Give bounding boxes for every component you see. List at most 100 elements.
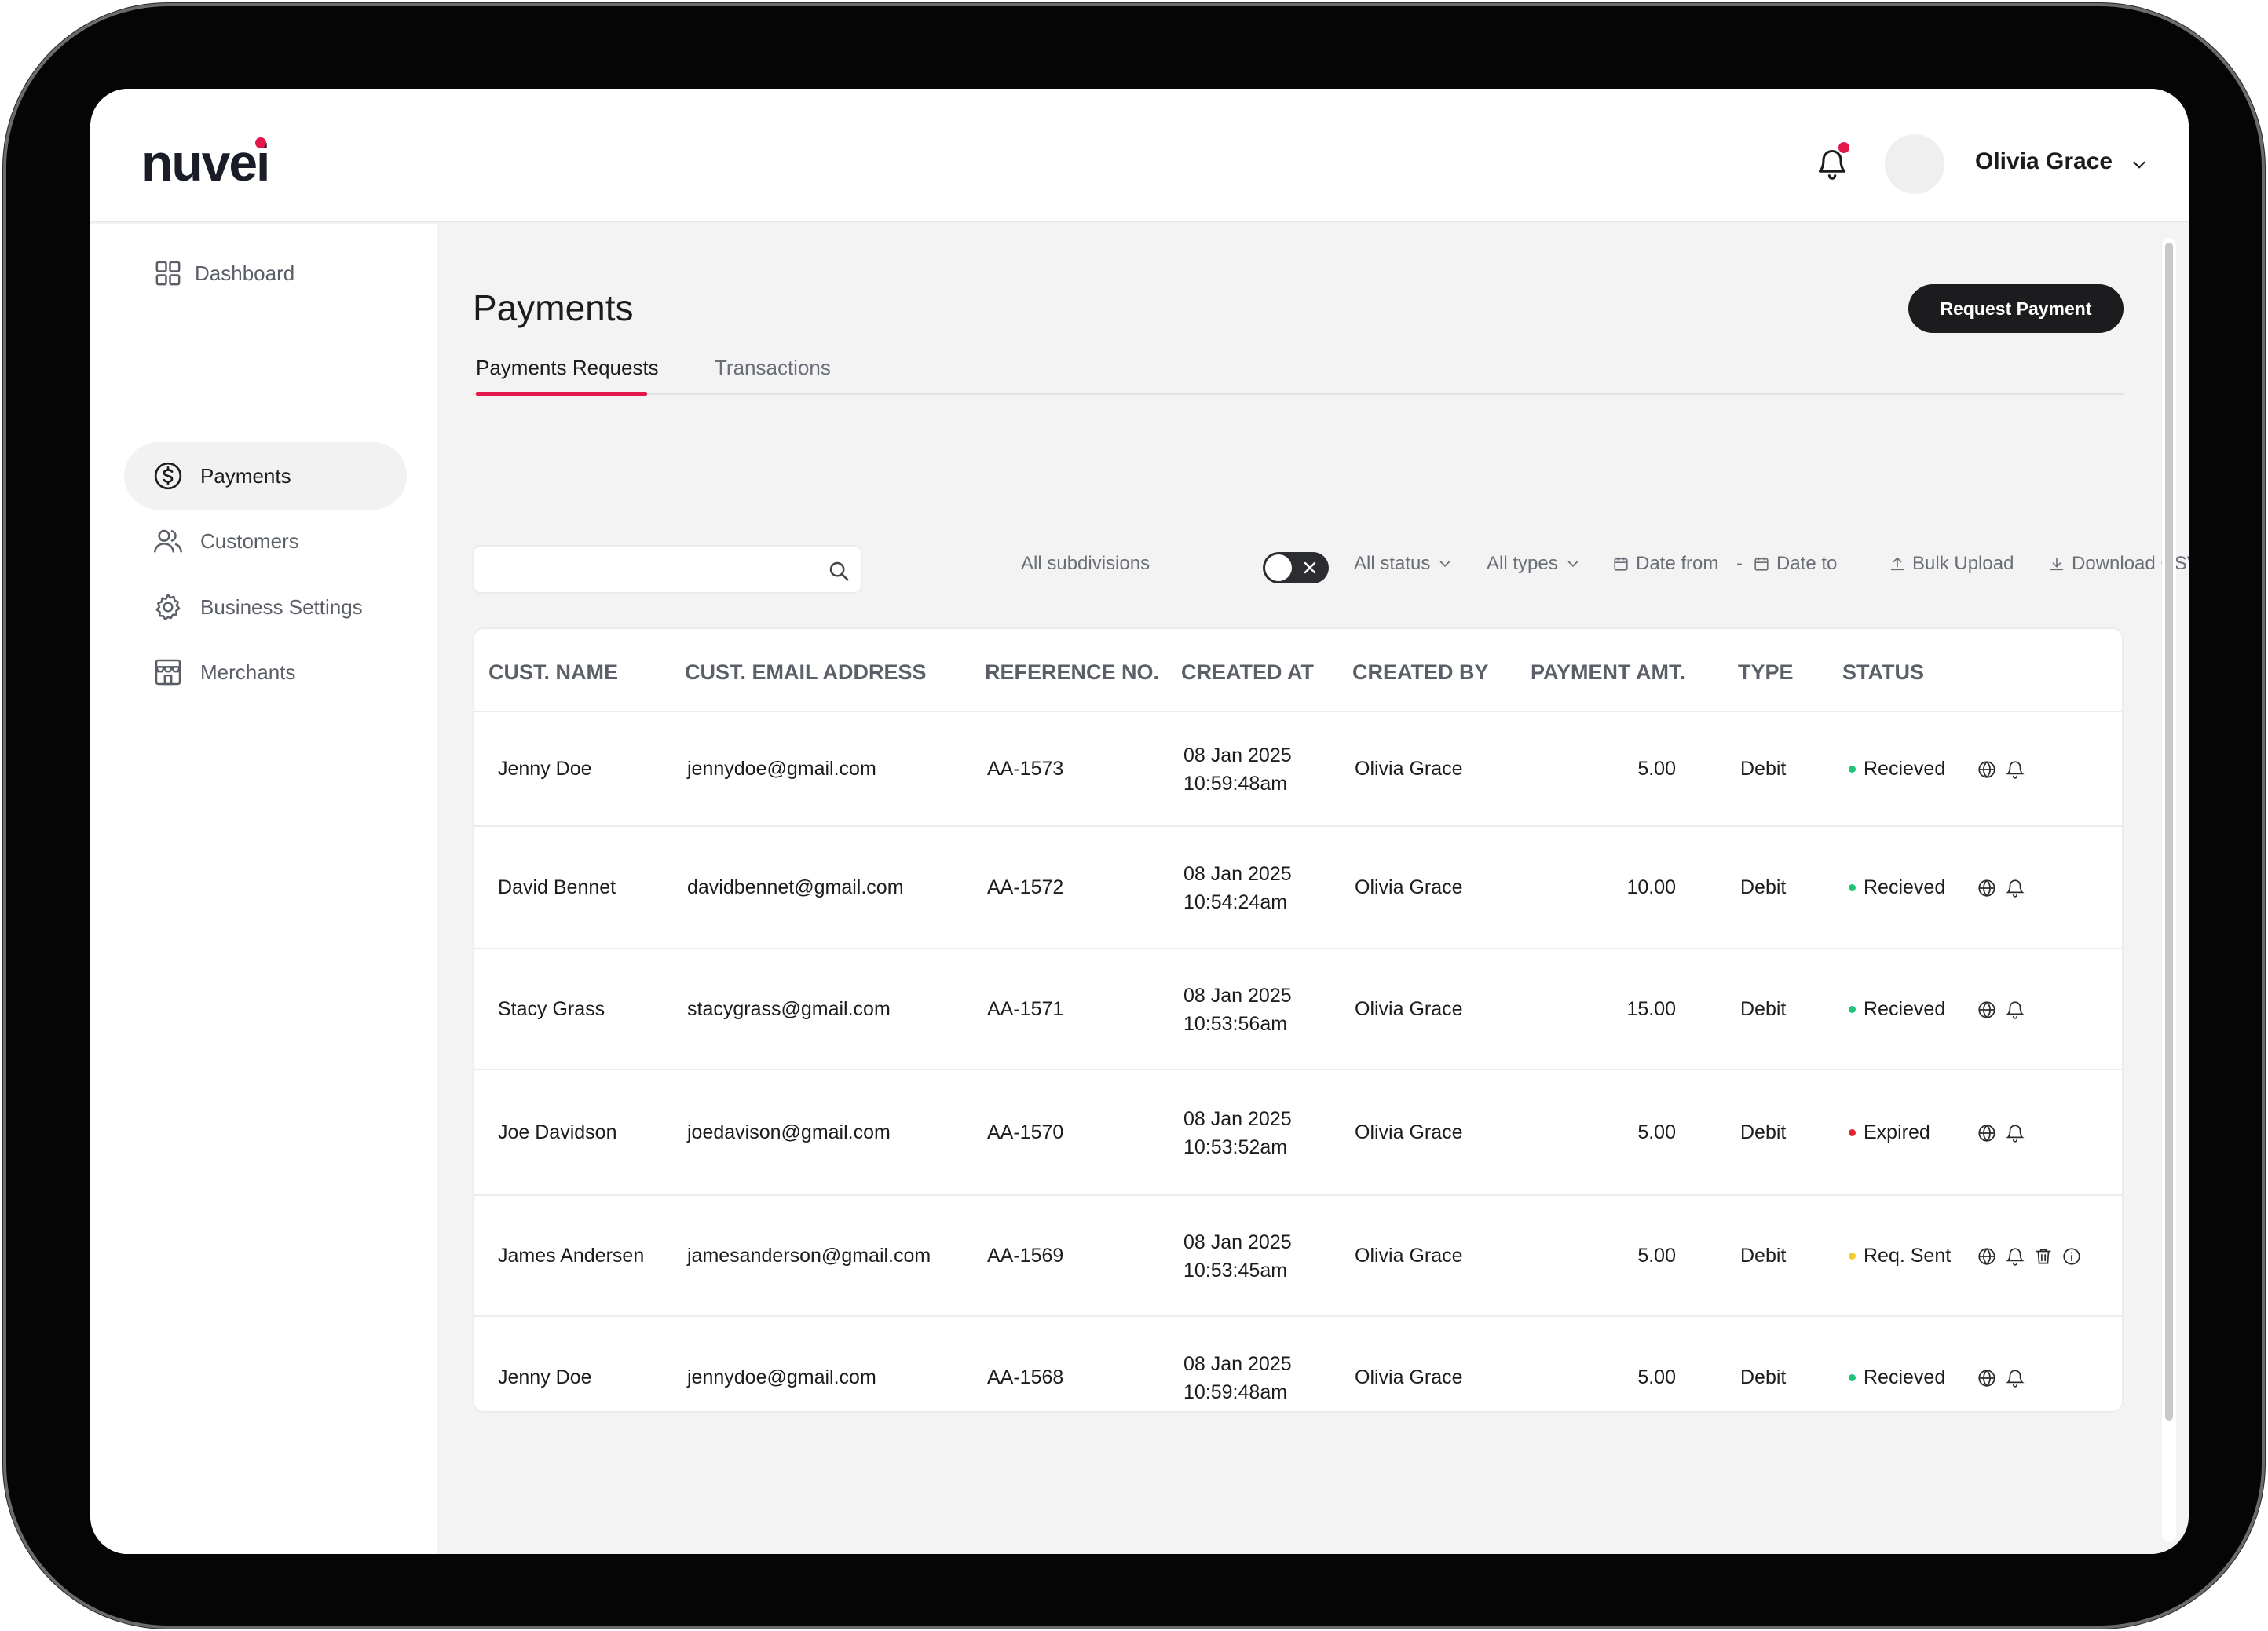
scrollbar[interactable] <box>2162 238 2176 1541</box>
status-filter-dropdown[interactable]: All status <box>1354 553 1454 575</box>
search-input[interactable] <box>485 554 815 584</box>
created-at-cell: 08 Jan 2025 10:54:24am <box>1183 860 1292 916</box>
user-name[interactable]: Olivia Grace <box>1975 148 2113 175</box>
top-bar: nuvei Olivia Grace <box>90 89 2189 222</box>
type-filter-label: All types <box>1487 553 1558 574</box>
bell-icon[interactable] <box>2005 878 2025 898</box>
bulk-upload-button[interactable]: Bulk Upload <box>1889 553 2014 575</box>
sidebar-item-merchants[interactable]: Merchants <box>124 638 407 706</box>
bell-icon[interactable] <box>2005 1000 2025 1020</box>
amount-cell: 5.00 <box>1637 1121 1676 1143</box>
avatar[interactable] <box>1885 134 1944 194</box>
payments-table: CUST. NAME CUST. EMAIL ADDRESS REFERENCE… <box>473 627 2124 1413</box>
sidebar-item-payments[interactable]: Payments <box>124 442 407 510</box>
status-dot <box>1849 1374 1856 1381</box>
created-time: 10:59:48am <box>1183 1381 1288 1403</box>
email-cell: joedavison@gmail.com <box>687 1121 891 1143</box>
bell-icon[interactable] <box>2005 759 2025 780</box>
table-row[interactable]: David Bennet davidbennet@gmail.com AA-1572… <box>474 827 2122 949</box>
column-header[interactable]: TYPE <box>1738 660 1794 685</box>
cust-name-cell: Stacy Grass <box>498 998 605 1020</box>
bell-icon[interactable] <box>2005 1368 2025 1388</box>
row-actions <box>1977 1123 2025 1143</box>
column-header[interactable]: PAYMENT AMT. <box>1531 660 1685 685</box>
status-badge: Recieved <box>1849 758 1945 781</box>
tab-transactions[interactable]: Transactions <box>715 356 831 380</box>
column-header[interactable]: CREATED AT <box>1181 660 1314 685</box>
column-header[interactable]: REFERENCE NO. <box>985 660 1159 685</box>
subdivisions-label: All subdivisions <box>1021 553 1150 574</box>
created-at-cell: 08 Jan 2025 10:59:48am <box>1183 1350 1292 1406</box>
row-actions <box>1977 878 2025 898</box>
download-icon <box>2050 557 2064 571</box>
created-time: 10:53:45am <box>1183 1260 1288 1282</box>
sidebar-item-business-settings[interactable]: Business Settings <box>124 573 407 641</box>
globe-icon[interactable] <box>1977 759 1997 780</box>
table-row[interactable]: Jenny Doe jennydoe@gmail.com AA-1573 08 Jan… <box>474 712 2122 827</box>
type-cell: Debit <box>1740 876 1787 898</box>
logo-dot <box>255 137 266 148</box>
status-badge: Recieved <box>1849 876 1945 899</box>
globe-icon[interactable] <box>1977 1000 1997 1020</box>
status-label: Recieved <box>1864 998 1946 1020</box>
request-payment-button[interactable]: Request Payment <box>1908 284 2124 333</box>
sidebar-item-label: Business Settings <box>200 594 363 619</box>
app-screen: nuvei Olivia Grace Dashboard Payments Cu… <box>90 89 2189 1554</box>
sidebar-item-label: Customers <box>200 528 299 553</box>
table-row[interactable]: Stacy Grass stacygrass@gmail.com AA-1571 08… <box>474 949 2122 1070</box>
created-time: 10:53:56am <box>1183 1013 1288 1035</box>
sidebar-item-label: Dashboard <box>195 261 295 285</box>
nuvei-logo[interactable]: nuvei <box>141 133 270 192</box>
table-row[interactable]: Joe Davidson joedavison@gmail.com AA-1570 0… <box>474 1070 2122 1196</box>
date-from-picker[interactable]: Date from <box>1612 553 1718 575</box>
row-actions <box>1977 1246 2082 1267</box>
chevron-down-icon <box>1567 561 1578 568</box>
table-row[interactable]: Jenny Doe jennydoe@gmail.com AA-1568 08 Jan… <box>474 1317 2122 1439</box>
globe-icon[interactable] <box>1977 1246 1997 1267</box>
created-at-cell: 08 Jan 2025 10:53:45am <box>1183 1228 1292 1285</box>
reference-cell: AA-1572 <box>987 876 1064 898</box>
bell-icon[interactable] <box>2005 1123 2025 1143</box>
status-label: Recieved <box>1864 758 1946 780</box>
status-dot <box>1849 1253 1856 1260</box>
store-icon <box>155 659 181 686</box>
search-icon[interactable] <box>827 559 850 583</box>
column-header[interactable]: CUST. EMAIL ADDRESS <box>685 660 927 685</box>
tab-payments-requests[interactable]: Payments Requests <box>476 356 659 380</box>
globe-icon[interactable] <box>1977 1123 1997 1143</box>
close-icon <box>1304 561 1316 574</box>
created-at-cell: 08 Jan 2025 10:59:48am <box>1183 741 1292 798</box>
tab-bar: Payments Requests Transactions <box>473 345 2124 396</box>
toggle-knob <box>1265 554 1292 581</box>
sidebar-item-customers[interactable]: Customers <box>124 507 407 575</box>
email-cell: jamesanderson@gmail.com <box>687 1245 931 1267</box>
status-dot <box>1849 1006 1856 1013</box>
subdivisions-toggle[interactable] <box>1263 552 1329 583</box>
chevron-down-icon[interactable] <box>2129 155 2149 175</box>
column-header[interactable]: CUST. NAME <box>488 660 618 685</box>
amount-cell: 15.00 <box>1626 998 1676 1020</box>
grid-icon <box>155 261 181 286</box>
table-row[interactable]: James Andersen jamesanderson@gmail.com AA-… <box>474 1196 2122 1317</box>
column-header[interactable]: STATUS <box>1842 660 1924 685</box>
type-filter-dropdown[interactable]: All types <box>1487 553 1582 575</box>
amount-cell: 5.00 <box>1637 1245 1676 1267</box>
scrollbar-thumb[interactable] <box>2165 243 2173 1421</box>
status-badge: Req. Sent <box>1849 1245 1951 1267</box>
created-at-cell: 08 Jan 2025 10:53:56am <box>1183 982 1292 1038</box>
globe-icon[interactable] <box>1977 1368 1997 1388</box>
bell-icon[interactable] <box>2005 1246 2025 1267</box>
globe-icon[interactable] <box>1977 878 1997 898</box>
created-date: 08 Jan 2025 <box>1183 744 1292 766</box>
tablet-frame: nuvei Olivia Grace Dashboard Payments Cu… <box>3 3 2265 1629</box>
column-header[interactable]: CREATED BY <box>1352 660 1489 685</box>
gear-icon <box>155 593 181 620</box>
bulk-upload-label: Bulk Upload <box>1912 553 2014 574</box>
calendar-icon <box>1614 557 1628 571</box>
date-to-picker[interactable]: Date to <box>1753 553 1837 575</box>
sidebar-item-dashboard[interactable]: Dashboard <box>124 240 407 307</box>
trash-icon[interactable] <box>2033 1246 2054 1267</box>
status-dot <box>1849 766 1856 773</box>
info-icon[interactable] <box>2061 1246 2082 1267</box>
cust-name-cell: Joe Davidson <box>498 1121 617 1143</box>
